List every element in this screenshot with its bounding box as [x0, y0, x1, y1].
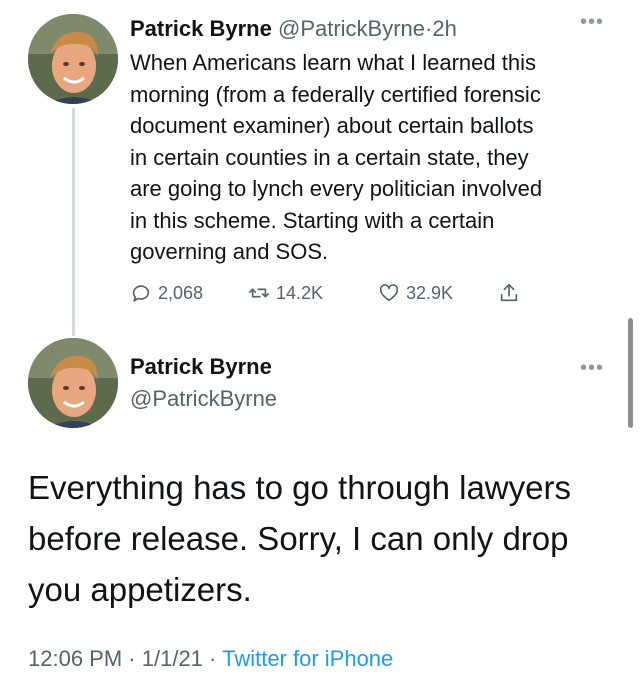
- tweet2-source-link[interactable]: Twitter for iPhone: [222, 646, 393, 671]
- tweet1-text-line: in this scheme. Starting with a certain: [130, 207, 495, 233]
- avatar-image: [28, 14, 118, 104]
- like-button[interactable]: 32.9K: [378, 282, 453, 304]
- scrollbar[interactable]: [628, 318, 633, 428]
- retweet-button[interactable]: 14.2K: [248, 282, 323, 304]
- tweet2-text-line: before release. Sorry, I can only drop: [28, 520, 569, 557]
- tweet2-time[interactable]: 12:06 PM: [28, 646, 122, 671]
- tweet2-text: Everything has to go through lawyers bef…: [28, 462, 618, 615]
- tweet1-text-line: When Americans learn what I learned this: [130, 50, 536, 75]
- tweet1-text: When Americans learn what I learned this…: [130, 47, 625, 268]
- reply-button[interactable]: 2,068: [130, 282, 203, 304]
- tweet2-text-line: Everything has to go through lawyers: [28, 469, 571, 506]
- tweet2-separator: ·: [128, 646, 136, 671]
- avatar[interactable]: [28, 14, 118, 104]
- avatar-image: [28, 338, 118, 428]
- tweet2-metadata: 12:06 PM · 1/1/21 · Twitter for iPhone: [28, 646, 393, 672]
- tweet1-text-line: are going to lynch every politician invo…: [130, 176, 543, 201]
- retweet-count: 14.2K: [276, 282, 324, 303]
- avatar[interactable]: [28, 338, 118, 428]
- share-button[interactable]: [498, 282, 520, 304]
- tweet1-text-line: document examiner) about certain ballots: [130, 113, 534, 138]
- tweet1-text-line: governing and SOS.: [130, 239, 329, 264]
- tweet1-timestamp[interactable]: 2h: [432, 16, 456, 41]
- tweet2-author-handle[interactable]: @PatrickByrne: [130, 386, 277, 412]
- tweet1-author-name[interactable]: Patrick Byrne: [130, 16, 272, 41]
- tweet2-date[interactable]: 1/1/21: [142, 646, 203, 671]
- like-icon: [379, 284, 399, 302]
- tweet2-text-line: you appetizers.: [28, 571, 252, 608]
- tweet1-header: Patrick Byrne @PatrickByrne·2h: [130, 16, 457, 42]
- share-icon: [500, 283, 518, 302]
- reply-icon: [132, 285, 150, 302]
- thread-line: [72, 108, 75, 336]
- tweet1-text-line: morning (from a federally certified fore…: [130, 81, 541, 107]
- tweet1-text-line: in certain counties in a certain state, …: [130, 144, 529, 170]
- tweet1-author-handle[interactable]: @PatrickByrne: [278, 16, 425, 41]
- retweet-icon: [249, 288, 269, 298]
- reply-count: 2,068: [158, 282, 204, 303]
- tweet2-author-name[interactable]: Patrick Byrne: [130, 354, 272, 380]
- like-count: 32.9K: [406, 282, 454, 303]
- more-dots-icon[interactable]: •••: [580, 358, 604, 378]
- more-dots-icon[interactable]: •••: [580, 12, 604, 32]
- tweet2-separator: ·: [209, 646, 217, 671]
